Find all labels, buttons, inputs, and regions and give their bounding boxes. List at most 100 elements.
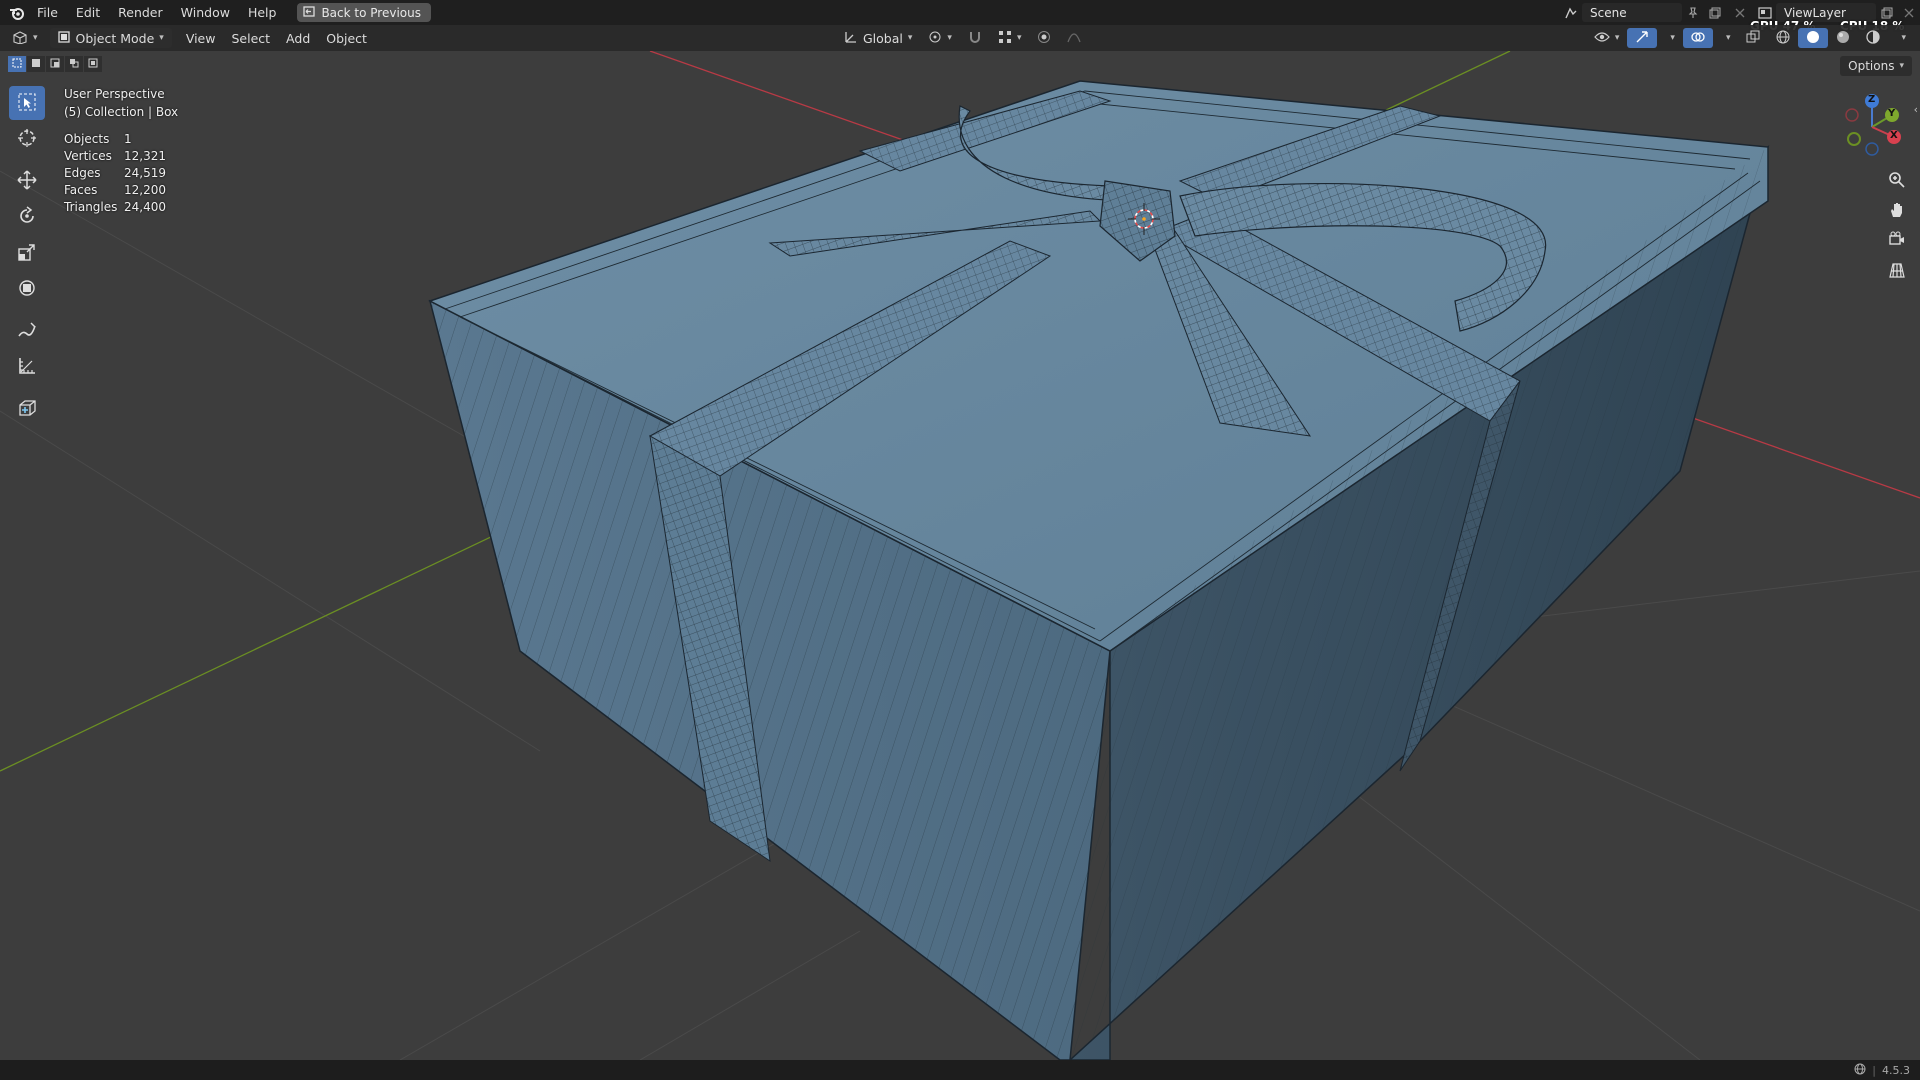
crosshair-icon [17, 128, 37, 151]
visibility-dropdown[interactable]: ▾ [1586, 28, 1628, 48]
annotate-tool[interactable] [9, 314, 45, 348]
snap-toggle[interactable] [960, 28, 990, 48]
scale-icon [18, 243, 36, 264]
menu-window[interactable]: Window [172, 0, 239, 25]
select-intersect-icon [88, 57, 98, 71]
mode-dropdown[interactable]: Object Mode ▾ [49, 28, 172, 48]
select-invert-icon [69, 57, 79, 71]
menu-view[interactable]: View [178, 28, 224, 48]
shading-dropdown[interactable]: ▾ [1888, 28, 1914, 48]
orientation-icon [844, 30, 858, 47]
chevron-down-icon: ▾ [1016, 33, 1022, 43]
stat-label: Faces [64, 183, 98, 197]
status-bar: | 4.5.3 [0, 1060, 1920, 1080]
stat-row: Triangles 24,400 [64, 199, 178, 216]
select-box-tool[interactable] [9, 86, 45, 120]
select-new-button[interactable] [8, 56, 26, 72]
select-extend-button[interactable] [27, 56, 45, 72]
solid-shading-button[interactable] [1798, 28, 1829, 48]
options-dropdown[interactable]: Options ▾ [1840, 56, 1912, 76]
navigation-gizmo[interactable]: Z Y X [1836, 91, 1906, 163]
camera-view-button[interactable] [1884, 228, 1910, 254]
overlays-dropdown[interactable]: ▾ [1713, 28, 1739, 48]
menu-render[interactable]: Render [109, 0, 172, 25]
chevron-down-icon: ▾ [1899, 61, 1904, 71]
stat-row: Faces 12,200 [64, 182, 178, 199]
pencil-icon [17, 320, 37, 343]
pan-button[interactable] [1884, 198, 1910, 224]
eye-icon [1594, 31, 1610, 46]
menu-help[interactable]: Help [239, 0, 286, 25]
blender-logo-icon[interactable] [6, 3, 28, 22]
stat-label: Vertices [64, 149, 112, 163]
proportional-editing-toggle[interactable] [1029, 28, 1059, 48]
stat-row: Edges 24,519 [64, 165, 178, 182]
overlays-toggle[interactable] [1682, 28, 1713, 48]
measure-tool[interactable] [9, 350, 45, 384]
gizmo-icon [1635, 30, 1649, 47]
pin-icon[interactable] [1682, 3, 1704, 22]
sidebar-toggle-icon[interactable]: ‹ [1914, 103, 1918, 116]
gizmo-y-label: Y [1888, 108, 1896, 119]
rendered-shading-button[interactable] [1858, 28, 1888, 48]
collection-info: (5) Collection | Box [64, 105, 179, 119]
perspective-toggle-button[interactable] [1884, 258, 1910, 284]
new-scene-icon[interactable] [1704, 3, 1726, 22]
menu-edit[interactable]: Edit [67, 0, 109, 25]
select-invert-button[interactable] [65, 56, 83, 72]
3d-viewport[interactable]: User Perspective (5) Collection | Box Ob… [0, 51, 1920, 1060]
back-to-previous-label: Back to Previous [321, 5, 421, 20]
chevron-down-icon: ▾ [159, 33, 164, 43]
menu-file[interactable]: File [28, 0, 67, 25]
chevron-down-icon: ▾ [947, 33, 952, 43]
selection-mode-group [8, 56, 103, 72]
falloff-dropdown[interactable] [1059, 28, 1089, 48]
gizmo-toggle[interactable] [1627, 28, 1658, 48]
xray-icon [1746, 30, 1760, 47]
globe-icon [1854, 1063, 1866, 1078]
top-menu-bar: File Edit Render Window Help Back to Pre… [0, 0, 1920, 33]
chevron-down-icon: ▾ [1670, 33, 1675, 43]
hand-icon [1888, 201, 1906, 222]
3d-viewport-icon [12, 30, 28, 47]
scene-icon[interactable] [1560, 3, 1582, 22]
version-label: 4.5.3 [1882, 1063, 1910, 1077]
falloff-icon [1067, 30, 1082, 47]
material-shading-button[interactable] [1828, 28, 1858, 48]
select-intersect-button[interactable] [84, 56, 102, 72]
gizmo-dropdown[interactable]: ▾ [1657, 28, 1683, 48]
scene-render [0, 51, 1920, 1060]
add-cube-tool[interactable] [9, 392, 45, 426]
cursor-tool[interactable] [9, 122, 45, 156]
menu-add[interactable]: Add [278, 28, 318, 48]
viewport-header: ▾ Object Mode ▾ View Select Add Object G… [0, 25, 1920, 51]
transform-tool[interactable] [9, 272, 45, 306]
stat-label: Triangles [64, 200, 118, 214]
stat-value: 12,321 [124, 149, 166, 163]
viewport-info-overlay: User Perspective (5) Collection | Box Ob… [64, 85, 178, 216]
snap-target-dropdown[interactable]: ▾ [990, 28, 1030, 48]
transform-orientation-dropdown[interactable]: Global ▾ [836, 28, 920, 48]
zoom-button[interactable] [1884, 168, 1910, 194]
gizmo-x-label: X [1890, 130, 1898, 141]
mode-label: Object Mode [75, 30, 155, 46]
wireframe-shading-button[interactable] [1768, 28, 1798, 48]
select-subtract-icon [50, 57, 60, 71]
rotate-tool[interactable] [9, 200, 45, 234]
back-to-previous-button[interactable]: Back to Previous [297, 3, 431, 22]
scale-tool[interactable] [9, 236, 45, 270]
zoom-icon [1888, 171, 1906, 192]
add-cube-icon [17, 398, 37, 421]
scene-field[interactable]: Scene [1582, 3, 1682, 22]
xray-toggle[interactable] [1738, 28, 1768, 48]
gizmo-z-label: Z [1868, 94, 1876, 105]
move-tool[interactable] [9, 164, 45, 198]
pivot-point-dropdown[interactable]: ▾ [920, 28, 960, 48]
stat-label: Objects [64, 132, 110, 146]
menu-object[interactable]: Object [318, 28, 375, 48]
select-subtract-button[interactable] [46, 56, 64, 72]
menu-select[interactable]: Select [223, 28, 278, 48]
object-mode-icon [57, 30, 70, 46]
select-extend-icon [31, 57, 41, 71]
editor-type-button[interactable]: ▾ [4, 28, 46, 48]
